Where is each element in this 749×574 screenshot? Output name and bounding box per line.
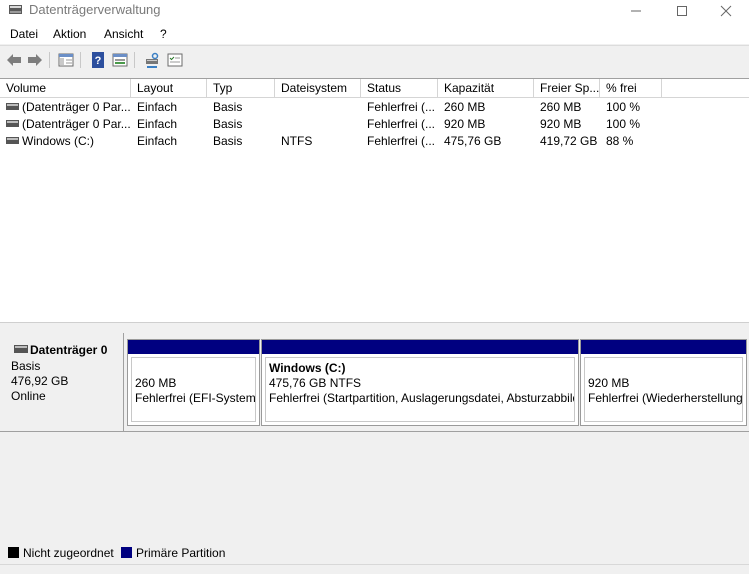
cell-layout: Einfach [137,117,178,131]
cell-freier-speicher: 260 MB [540,100,582,114]
cell-volume: Windows (C:) [22,134,95,148]
cell-typ: Basis [213,117,243,131]
close-icon [720,5,732,17]
volume-drive-icon [6,137,19,144]
partition-title: Windows (C:) [269,361,346,375]
cell-volume: (Datenträger 0 Par... [22,117,130,131]
properties-icon[interactable] [111,51,129,69]
column-header-kapazitaet[interactable]: Kapazität [438,79,534,97]
volume-table-header: Volume Layout Typ Dateisystem Status Kap… [0,79,749,98]
partition-windows-c[interactable]: Windows (C:) 475,76 GB NTFS Fehlerfrei (… [261,339,579,426]
menu-datei[interactable]: Datei [10,27,38,41]
volume-row[interactable]: (Datenträger 0 Par... Einfach Basis Fehl… [0,115,749,132]
cell-status: Fehlerfrei (... [367,134,436,148]
legend-unallocated-label: Nicht zugeordnet [23,546,114,560]
cell-prozent-frei: 100 % [606,117,641,131]
toolbar: ? [0,45,749,74]
column-header-layout[interactable]: Layout [131,79,207,97]
partition-size: 920 MB [588,376,630,390]
legend-primary-label: Primäre Partition [136,546,226,560]
partition-body: 920 MB Fehlerfrei (Wiederherstellungspar… [584,357,743,422]
help-icon[interactable]: ? [89,51,107,69]
console-tree-icon[interactable] [57,51,75,69]
column-header-dateisystem[interactable]: Dateisystem [275,79,361,97]
partition-status: Fehlerfrei (Startpartition, Auslagerungs… [269,391,575,405]
legend-unallocated-swatch [8,547,19,558]
cell-status: Fehlerfrei (... [367,100,436,114]
menu-aktion[interactable]: Aktion [53,27,86,41]
cell-prozent-frei: 100 % [606,100,641,114]
disk-type: Basis [11,359,41,373]
primary-partition-bar [581,340,746,354]
column-header-status[interactable]: Status [361,79,438,97]
window-title: Datenträgerverwaltung [29,2,161,17]
cell-kapazitaet: 260 MB [444,100,486,114]
checklist-icon[interactable] [166,51,184,69]
primary-partition-bar [262,340,578,354]
disk-name: Datenträger 0 [30,343,108,357]
partition-efi[interactable]: 260 MB Fehlerfrei (EFI-Systempartition) [127,339,260,426]
cell-typ: Basis [213,100,243,114]
minimize-button[interactable] [613,0,659,22]
partition-status: Fehlerfrei (EFI-Systempartition) [135,391,256,405]
legend-primary-swatch [121,547,132,558]
maximize-icon [677,6,687,16]
partition-size: 260 MB [135,376,177,390]
disk-state: Online [11,389,46,403]
volume-row[interactable]: Windows (C:) Einfach Basis NTFS Fehlerfr… [0,132,749,149]
column-header-volume[interactable]: Volume [0,79,131,97]
menu-help[interactable]: ? [160,27,167,41]
cell-layout: Einfach [137,134,178,148]
cell-status: Fehlerfrei (... [367,117,436,131]
disk-0-label[interactable]: Datenträger 0 Basis 476,92 GB Online [2,333,124,432]
back-arrow-icon[interactable] [5,51,23,69]
disk-management-app-icon [9,5,22,14]
cell-kapazitaet: 920 MB [444,117,486,131]
column-header-freier-speicher[interactable]: Freier Sp... [534,79,600,97]
close-button[interactable] [703,0,749,22]
legend: Nicht zugeordnet Primäre Partition [0,544,749,564]
volume-row[interactable]: (Datenträger 0 Par... Einfach Basis Fehl… [0,98,749,115]
volume-drive-icon [6,120,19,127]
menu-bar: Datei Aktion Ansicht ? [0,22,749,44]
forward-arrow-icon[interactable] [26,51,44,69]
toolbar-separator [49,52,50,68]
partition-recovery[interactable]: 920 MB Fehlerfrei (Wiederherstellungspar… [580,339,747,426]
connect-disk-icon[interactable] [143,51,161,69]
cell-freier-speicher: 920 MB [540,117,582,131]
maximize-button[interactable] [659,0,705,22]
volume-drive-icon [6,103,19,110]
cell-dateisystem: NTFS [281,134,313,148]
cell-prozent-frei: 88 % [606,134,634,148]
title-bar: Datenträgerverwaltung [0,0,749,22]
cell-layout: Einfach [137,100,178,114]
partition-body: Windows (C:) 475,76 GB NTFS Fehlerfrei (… [265,357,575,422]
disk-size: 476,92 GB [11,374,69,388]
minimize-icon [631,10,641,12]
toolbar-separator [80,52,81,68]
cell-typ: Basis [213,134,243,148]
cell-kapazitaet: 475,76 GB [444,134,502,148]
column-header-prozent-frei[interactable]: % frei [600,79,662,97]
disk-row-divider [0,431,749,432]
svg-text:?: ? [95,55,102,67]
partition-size: 475,76 GB NTFS [269,376,362,390]
disk-drive-icon [14,345,28,353]
column-header-typ[interactable]: Typ [207,79,275,97]
primary-partition-bar [128,340,259,354]
cell-freier-speicher: 419,72 GB [540,134,598,148]
menu-ansicht[interactable]: Ansicht [104,27,143,41]
toolbar-separator [134,52,135,68]
cell-volume: (Datenträger 0 Par... [22,100,130,114]
partition-status: Fehlerfrei (Wiederherstellungspartition) [588,391,743,405]
volume-list-pane[interactable]: Volume Layout Typ Dateisystem Status Kap… [0,78,749,323]
partition-body: 260 MB Fehlerfrei (EFI-Systempartition) [131,357,256,422]
disk-graphical-pane[interactable]: Datenträger 0 Basis 476,92 GB Online 260… [0,329,749,544]
